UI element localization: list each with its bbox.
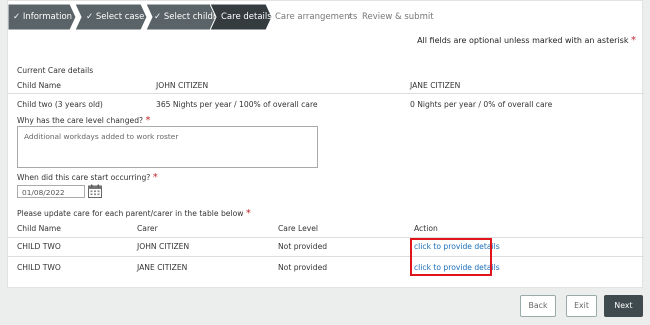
required-asterisk: * xyxy=(245,208,251,219)
col-header-child: Child Name xyxy=(17,224,61,233)
check-icon: ✓ xyxy=(13,12,21,22)
calendar-icon[interactable] xyxy=(88,184,102,198)
care-change-textarea[interactable]: Additional workdays added to work roster xyxy=(17,126,318,168)
back-button[interactable]: Back xyxy=(520,295,556,317)
main-panel: ✓ Information ✓ Select case ✓ Select chi… xyxy=(7,0,644,288)
row-carer: JANE CITIZEN xyxy=(137,263,188,272)
current-care-heading: Current Care details xyxy=(17,66,94,75)
step-care-details[interactable]: Care details xyxy=(210,4,272,30)
divider xyxy=(8,93,644,94)
current-care-parent2-value: 0 Nights per year / 0% of overall care xyxy=(410,100,553,109)
step-select-children[interactable]: ✓ Select children xyxy=(146,4,227,30)
current-care-col-parent1: JOHN CITIZEN xyxy=(156,81,209,90)
col-header-carer: Carer xyxy=(137,224,158,233)
required-asterisk: * xyxy=(152,172,158,183)
required-notice: All fields are optional unless marked wi… xyxy=(417,35,636,46)
start-date-label: When did this care start occurring? * xyxy=(17,172,158,183)
required-asterisk: * xyxy=(145,115,151,126)
current-care-parent1-value: 365 Nights per year / 100% of overall ca… xyxy=(156,100,318,109)
required-asterisk: * xyxy=(631,35,636,46)
next-button[interactable]: Next xyxy=(604,295,643,317)
exit-button[interactable]: Exit xyxy=(566,295,597,317)
current-care-col-parent2: JANE CITIZEN xyxy=(410,81,461,90)
current-care-col-child: Child Name xyxy=(17,81,61,90)
check-icon: ✓ xyxy=(86,12,94,22)
col-header-action: Action xyxy=(414,224,438,233)
divider xyxy=(8,256,644,257)
row-child: CHILD TWO xyxy=(17,263,61,272)
step-information[interactable]: ✓ Information xyxy=(8,4,76,30)
update-care-label: Please update care for each parent/carer… xyxy=(17,208,251,219)
care-change-label: Why has the care level changed? * xyxy=(17,115,151,126)
chevron-right-icon: › xyxy=(348,11,352,22)
step-select-case[interactable]: ✓ Select case xyxy=(75,4,147,30)
col-header-level: Care Level xyxy=(278,224,319,233)
highlight-box xyxy=(410,238,492,276)
row-care-level: Not provided xyxy=(278,242,328,251)
check-icon: ✓ xyxy=(154,12,162,22)
current-care-child: Child two (3 years old) xyxy=(17,100,103,109)
divider xyxy=(8,237,644,238)
row-child: CHILD TWO xyxy=(17,242,61,251)
row-carer: JOHN CITIZEN xyxy=(137,242,190,251)
row-care-level: Not provided xyxy=(278,263,328,272)
start-date-input[interactable]: 01/08/2022 xyxy=(17,185,85,198)
progress-stepper: ✓ Information ✓ Select case ✓ Select chi… xyxy=(8,4,644,30)
